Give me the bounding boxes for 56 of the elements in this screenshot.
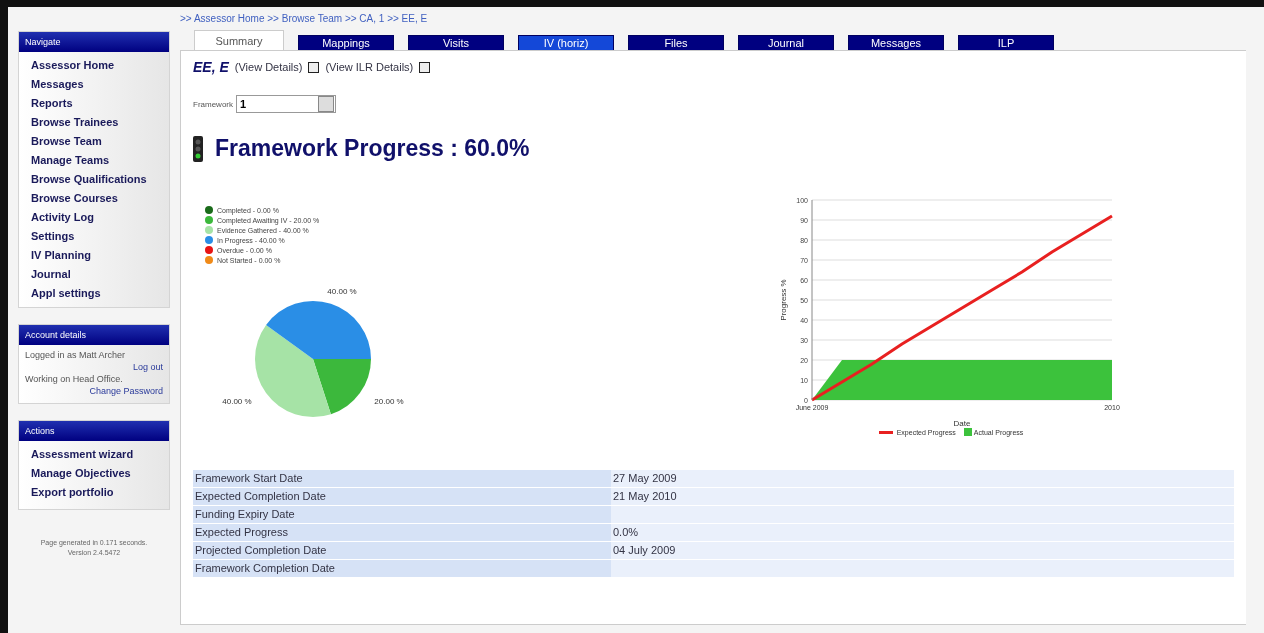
- detail-label: Framework Start Date: [193, 469, 611, 487]
- login-text: Logged in as Matt Archer: [24, 349, 127, 361]
- nav-link[interactable]: Activity Log: [19, 207, 169, 226]
- tab[interactable]: Visits: [408, 35, 504, 50]
- detail-label: Framework Completion Date: [193, 559, 611, 577]
- details-link[interactable]: (View ILR Details): [325, 61, 414, 73]
- panel-header: Account details: [19, 325, 169, 345]
- tab[interactable]: ILP: [958, 35, 1054, 50]
- slice-label: 20.00 %: [374, 397, 404, 407]
- detail-label: Expected Progress: [193, 523, 611, 541]
- slice-label: 40.00 %: [327, 286, 357, 296]
- nav-link[interactable]: IV Planning: [19, 245, 169, 264]
- tab[interactable]: Files: [628, 35, 724, 50]
- learner-name: EE, E: [193, 59, 229, 75]
- logout-link[interactable]: Log out: [132, 362, 163, 372]
- detail-label: Funding Expiry Date: [193, 505, 611, 523]
- working-text: Working on Head Office.: [24, 373, 124, 385]
- x-axis-title: Date: [953, 419, 971, 428]
- nav-link[interactable]: Journal: [19, 264, 169, 283]
- y-axis-title: Progress %: [779, 279, 788, 321]
- breadcrumb: >> Assessor Home >> Browse Team >> CA, 1 >> EE, E: [180, 13, 429, 24]
- tab[interactable]: IV (horiz): [518, 35, 614, 50]
- nav-link[interactable]: Assessor Home: [19, 55, 169, 74]
- tab[interactable]: Mappings: [298, 35, 394, 50]
- nav-link[interactable]: Browse Trainees: [19, 112, 169, 131]
- select-label: Framework: [193, 99, 233, 109]
- detail-label: Projected Completion Date: [193, 541, 611, 559]
- details-link[interactable]: (View Details): [234, 61, 303, 73]
- nav-link[interactable]: Browse Qualifications: [19, 169, 169, 188]
- panel-header: Actions: [19, 421, 169, 441]
- nav-link[interactable]: Messages: [19, 74, 169, 93]
- nav-link[interactable]: Browse Team: [19, 131, 169, 150]
- progress-title: Framework Progress : 60.0%: [215, 135, 530, 162]
- tab[interactable]: Messages: [848, 35, 944, 50]
- expand-icon[interactable]: [419, 61, 431, 73]
- nav-link[interactable]: Browse Courses: [19, 188, 169, 207]
- framework-select[interactable]: 1: [236, 95, 336, 113]
- nav-link[interactable]: Reports: [19, 93, 169, 112]
- detail-value: 21 May 2010: [611, 487, 1234, 505]
- slice-label: 40.00 %: [222, 397, 252, 407]
- detail-value: 27 May 2009: [611, 469, 1234, 487]
- detail-value: 0.0%: [611, 523, 1234, 541]
- change-password-link[interactable]: Change Password: [89, 386, 163, 396]
- tab[interactable]: Summary: [194, 30, 284, 50]
- expand-icon[interactable]: [308, 61, 320, 73]
- nav-link[interactable]: Appl settings: [19, 283, 169, 302]
- action-link[interactable]: Manage Objectives: [19, 463, 169, 482]
- action-link[interactable]: Export portfolio: [19, 482, 169, 501]
- detail-value: 04 July 2009: [611, 541, 1234, 559]
- nav-link[interactable]: Manage Teams: [19, 150, 169, 169]
- nav-link[interactable]: Settings: [19, 226, 169, 245]
- tab[interactable]: Journal: [738, 35, 834, 50]
- action-link[interactable]: Assessment wizard: [19, 444, 169, 463]
- traffic-light-icon: [193, 135, 203, 162]
- detail-label: Expected Completion Date: [193, 487, 611, 505]
- panel-header: Navigate: [19, 32, 169, 52]
